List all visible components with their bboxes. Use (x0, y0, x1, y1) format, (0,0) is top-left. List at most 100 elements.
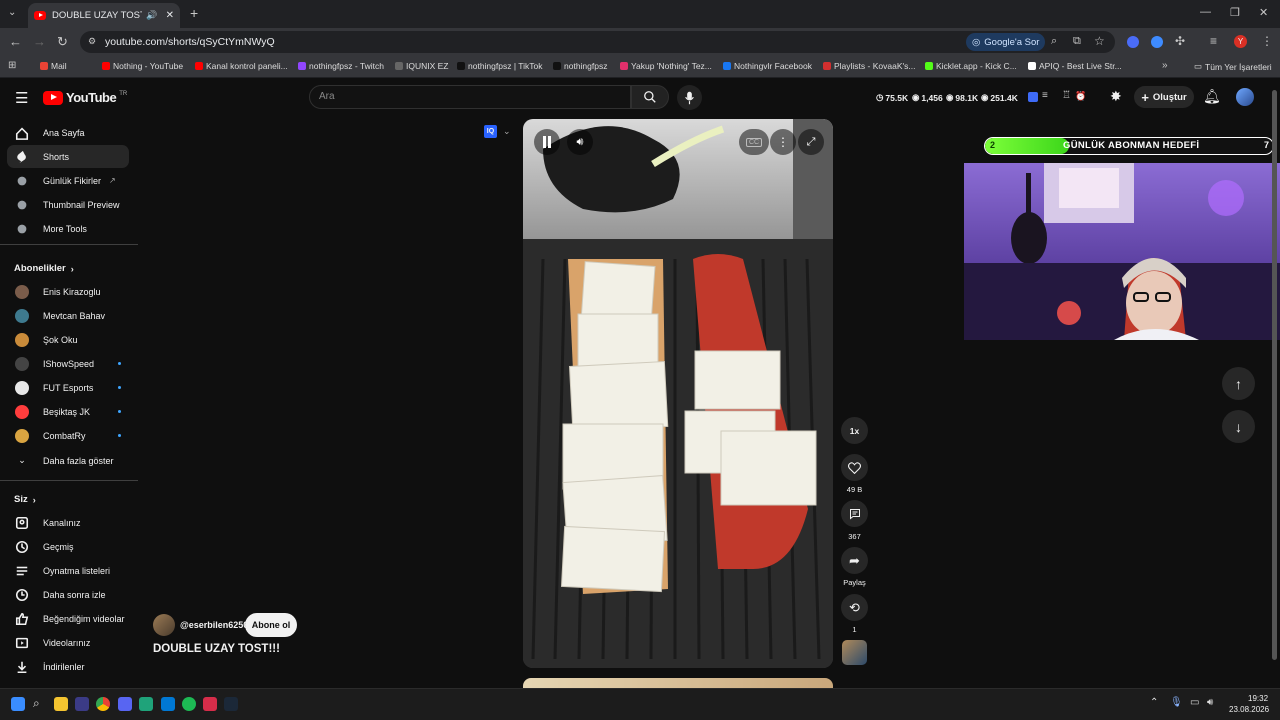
extension-2-icon[interactable] (1151, 36, 1163, 48)
forward-icon[interactable]: → (33, 34, 46, 49)
sidebar-item-more-tools[interactable]: More Tools (7, 217, 129, 240)
channel-handle[interactable]: @eserbilen6250 (180, 620, 248, 630)
next-short-button[interactable]: ↓ (1222, 410, 1255, 443)
extension-1-icon[interactable] (1127, 36, 1139, 48)
list-icon[interactable]: ≡ (1042, 90, 1048, 101)
sidebar-item-fut-esports[interactable]: FUT Esports (7, 376, 129, 399)
bookmark-item[interactable]: Kicklet.app - Kick C... (925, 61, 1017, 71)
sidebar-item-g-nl-k-fikirler[interactable]: Günlük Fikirler ↗ (7, 169, 129, 192)
youtube-logo[interactable]: YouTube TR (43, 90, 127, 105)
site-info-icon[interactable]: ⚙ (88, 36, 96, 47)
more-options-button[interactable]: ⋮ (770, 129, 796, 155)
remix-button[interactable]: ⟲ (841, 594, 868, 621)
new-tab-icon[interactable]: + (190, 5, 198, 21)
clock-time[interactable]: 19:32 (1248, 694, 1268, 703)
clock-date[interactable]: 23.08.2026 (1229, 705, 1269, 714)
notifications-bell-icon[interactable]: 🔔︎ (1203, 88, 1221, 105)
profile-avatar[interactable]: Y (1234, 35, 1247, 48)
alert-icon[interactable]: ⏰ (1075, 91, 1086, 102)
app-blue-icon[interactable] (161, 697, 175, 711)
sidebar-item-videolar-n-z[interactable]: Videolarınız (7, 631, 129, 654)
sidebar-item-ana-sayfa[interactable]: Ana Sayfa (7, 121, 129, 144)
sidebar-item-mevtcan-bahav[interactable]: Mevtcan Bahav (7, 304, 129, 327)
next-short-preview[interactable] (523, 678, 833, 688)
bookmark-item[interactable]: Yakup 'Nothing' Tez... (620, 61, 712, 71)
sound-thumbnail[interactable] (842, 640, 867, 665)
bookmark-star-icon[interactable]: ☆ (1094, 34, 1105, 48)
account-avatar[interactable] (1236, 88, 1254, 106)
sidebar-item-enis-kirazoglu[interactable]: Enis Kirazoglu (7, 280, 129, 303)
pause-button[interactable] (534, 129, 560, 155)
close-window-icon[interactable]: ✕ (1259, 6, 1268, 19)
comments-button[interactable] (841, 500, 868, 527)
app-red-icon[interactable] (203, 697, 217, 711)
speaker-tray-icon[interactable]: 🔊︎ (1207, 697, 1213, 708)
show-more-button[interactable]: ⌄ Daha fazla göster (7, 449, 129, 472)
google-ask-button[interactable]: ◎ Google'a Sor (966, 33, 1046, 51)
bookmark-item[interactable]: Playlists - KovaaK's... (823, 61, 915, 71)
sidebar-item-i-ndirilenler[interactable]: İndirilenler (7, 655, 129, 678)
sidebar-item-oynatma-listeleri[interactable]: Oynatma listeleri (7, 559, 129, 582)
minimize-icon[interactable]: — (1200, 6, 1211, 18)
network-icon[interactable]: ▭ (1190, 697, 1199, 708)
premiere-icon[interactable] (75, 697, 89, 711)
sidebar-item-shorts[interactable]: Shorts (7, 145, 129, 168)
page-scrollbar[interactable] (1272, 90, 1277, 660)
bookmark-item[interactable]: Mail (40, 61, 67, 71)
playback-speed-button[interactable]: 1x (841, 417, 868, 444)
bookmark-item[interactable]: IQUNIX EZ (395, 61, 449, 71)
fullscreen-button[interactable]: ⤢ (798, 129, 824, 155)
zoom-icon[interactable]: ⌕ (1051, 35, 1057, 48)
discord-icon[interactable] (118, 697, 132, 711)
bookmark-item[interactable]: APIQ - Best Live Str... (1028, 61, 1122, 71)
taskbar-search-icon[interactable]: ⌕ (33, 696, 40, 711)
bookmark-item[interactable]: nothingfpsz | TikTok (457, 61, 543, 71)
install-app-icon[interactable]: ⧉ (1073, 35, 1081, 48)
bookmark-item[interactable]: nothingfpsz - Twitch (298, 61, 384, 71)
sidebar-item-thumbnail-preview[interactable]: Thumbnail Preview (7, 193, 129, 216)
sidebar-item-ge-mi-[interactable]: Geçmiş (7, 535, 129, 558)
shorts-tool-icon[interactable]: ✸ (1110, 88, 1122, 105)
tray-overflow-icon[interactable]: ⌃ (1150, 697, 1158, 708)
extension-badge-icon[interactable] (1028, 92, 1038, 102)
short-video-player[interactable]: 🔊︎ CC ⋮ ⤢ (523, 119, 833, 668)
steam-icon[interactable] (224, 697, 238, 711)
sidebar-item-be-endi-im-videolar[interactable]: Beğendiğim videolar (7, 607, 129, 630)
more-bookmarks-icon[interactable]: » (1162, 60, 1168, 71)
search-input[interactable]: Ara (309, 85, 631, 109)
start-menu-icon[interactable] (11, 697, 25, 711)
audio-icon[interactable]: 🔊 (146, 10, 157, 21)
tab-search-icon[interactable]: ⌄ (8, 7, 16, 18)
all-bookmarks[interactable]: ▭ Tüm Yer İşaretleri (1194, 61, 1272, 72)
voice-search-button[interactable] (677, 85, 702, 110)
create-button[interactable]: + Oluştur (1134, 86, 1194, 108)
url-text[interactable]: youtube.com/shorts/qSyCtYmNWyQ (105, 36, 275, 48)
mic-tray-icon[interactable]: 🎙︎ (1170, 697, 1183, 708)
you-heading[interactable]: Siz › (14, 494, 36, 505)
quality-extension-icon[interactable]: IQ (484, 125, 497, 138)
sidebar-item--ok-oku[interactable]: Şok Oku (7, 328, 129, 351)
subscriptions-heading[interactable]: Abonelikler › (14, 263, 74, 274)
close-tab-icon[interactable]: ✕ (166, 10, 174, 21)
hamburger-menu-icon[interactable]: ☰ (15, 89, 28, 107)
sidebar-item-combatry[interactable]: CombatRy (7, 424, 129, 447)
extensions-puzzle-icon[interactable]: ✣ (1175, 34, 1185, 48)
chevron-down-icon[interactable]: ⌄ (503, 126, 511, 137)
captions-button[interactable]: CC (739, 129, 769, 155)
browser-tab[interactable]: DOUBLE UZAY TOST!!! - Yo 🔊 ✕ (28, 3, 180, 28)
sidebar-item-kanal-n-z[interactable]: Kanalınız (7, 511, 129, 534)
reload-icon[interactable]: ↻ (57, 34, 68, 50)
sidebar-item-be-ikta-jk[interactable]: Beşiktaş JK (7, 400, 129, 423)
chrome-taskbar-icon[interactable] (96, 697, 110, 711)
apps-grid-icon[interactable]: ⊞ (8, 60, 16, 71)
back-icon[interactable]: ← (9, 34, 22, 49)
browser-menu-icon[interactable]: ⋮ (1261, 34, 1273, 48)
spotify-icon[interactable] (182, 697, 196, 711)
channel-avatar[interactable] (153, 614, 175, 636)
media-control-icon[interactable]: ≡ (1210, 34, 1217, 48)
bookmark-item[interactable]: Nothing - YouTube (102, 61, 183, 71)
file-explorer-icon[interactable] (54, 697, 68, 711)
sidebar-item-daha-sonra-izle[interactable]: Daha sonra izle (7, 583, 129, 606)
bookmark-item[interactable]: Kanal kontrol paneli... (195, 61, 288, 71)
volume-button[interactable]: 🔊︎ (567, 129, 593, 155)
